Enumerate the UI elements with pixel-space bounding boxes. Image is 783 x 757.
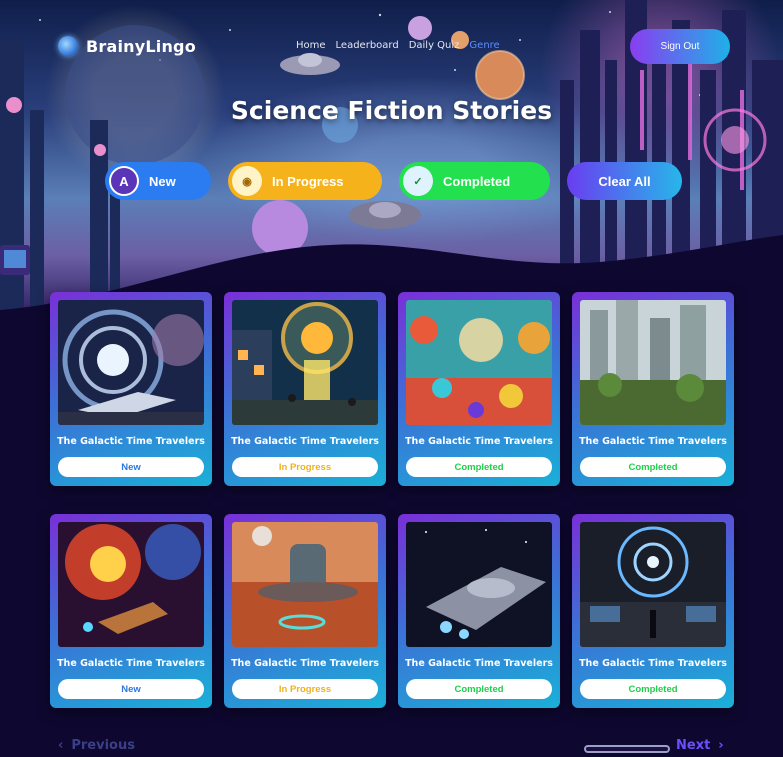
story-title: The Galactic Time Travelers: [405, 658, 553, 669]
nav-leaderboard[interactable]: Leaderboard: [336, 40, 399, 51]
story-cover-alien-garden: [406, 300, 552, 425]
story-card[interactable]: The Galactic Time Travelers New: [50, 514, 212, 708]
filter-completed-label: Completed: [443, 173, 511, 189]
brand-logo[interactable]: BrainyLingo: [58, 36, 196, 56]
chevron-left-icon: ‹: [58, 738, 64, 753]
main-nav: Home Leaderboard Daily Quiz Genre: [296, 40, 500, 51]
filter-completed-button[interactable]: ✓ Completed: [399, 162, 550, 200]
story-cover-starship: [406, 522, 552, 647]
story-title: The Galactic Time Travelers: [405, 436, 553, 447]
brain-logo-icon: [58, 36, 78, 56]
story-status-button[interactable]: New: [58, 679, 204, 699]
story-status-button[interactable]: Completed: [580, 679, 726, 699]
story-cover-mars-base: [232, 522, 378, 647]
clear-all-label: Clear All: [598, 173, 651, 189]
story-cover-jungle-city: [580, 300, 726, 425]
story-card[interactable]: The Galactic Time Travelers Completed: [572, 292, 734, 486]
story-title: The Galactic Time Travelers: [579, 436, 727, 447]
story-title: The Galactic Time Travelers: [579, 658, 727, 669]
story-card[interactable]: The Galactic Time Travelers Completed: [572, 514, 734, 708]
story-title: The Galactic Time Travelers: [57, 658, 205, 669]
story-status-button[interactable]: New: [58, 457, 204, 477]
story-status-button[interactable]: In Progress: [232, 679, 378, 699]
checklist-icon: ✓: [403, 166, 433, 196]
nav-genre[interactable]: Genre: [469, 40, 499, 51]
story-title: The Galactic Time Travelers: [231, 436, 379, 447]
story-status-button[interactable]: Completed: [406, 457, 552, 477]
story-card[interactable]: The Galactic Time Travelers New: [50, 292, 212, 486]
story-card[interactable]: The Galactic Time Travelers Completed: [398, 514, 560, 708]
avatar-a-icon: A: [109, 166, 139, 196]
story-status-button[interactable]: In Progress: [232, 457, 378, 477]
story-card[interactable]: The Galactic Time Travelers In Progress: [224, 292, 386, 486]
story-status-button[interactable]: Completed: [580, 457, 726, 477]
page-progress-bar: [584, 745, 670, 753]
previous-label: Previous: [71, 738, 135, 753]
chevron-right-icon: ›: [718, 738, 724, 753]
filter-in-progress-button[interactable]: ◉ In Progress: [228, 162, 382, 200]
clear-all-button[interactable]: Clear All: [567, 162, 682, 200]
next-label: Next: [676, 738, 711, 753]
sign-out-button[interactable]: Sign Out: [630, 29, 730, 64]
story-card[interactable]: The Galactic Time Travelers In Progress: [224, 514, 386, 708]
filter-new-label: New: [149, 173, 176, 189]
brand-name: BrainyLingo: [86, 36, 196, 56]
story-cover-nebula-battle: [58, 522, 204, 647]
story-card[interactable]: The Galactic Time Travelers Completed: [398, 292, 560, 486]
filter-new-button[interactable]: A New: [105, 162, 211, 200]
page-title: Science Fiction Stories: [230, 96, 553, 125]
nav-home[interactable]: Home: [296, 40, 326, 51]
story-title: The Galactic Time Travelers: [57, 436, 205, 447]
previous-page-button[interactable]: ‹ Previous: [58, 738, 135, 753]
bee-icon: ◉: [232, 166, 262, 196]
nav-daily-quiz[interactable]: Daily Quiz: [409, 40, 460, 51]
filter-in-progress-label: In Progress: [272, 173, 344, 189]
story-cover-control-room: [580, 522, 726, 647]
next-page-button[interactable]: Next ›: [676, 738, 724, 753]
story-title: The Galactic Time Travelers: [231, 658, 379, 669]
story-cover-wormhole: [58, 300, 204, 425]
story-cover-portal-village: [232, 300, 378, 425]
story-status-button[interactable]: Completed: [406, 679, 552, 699]
